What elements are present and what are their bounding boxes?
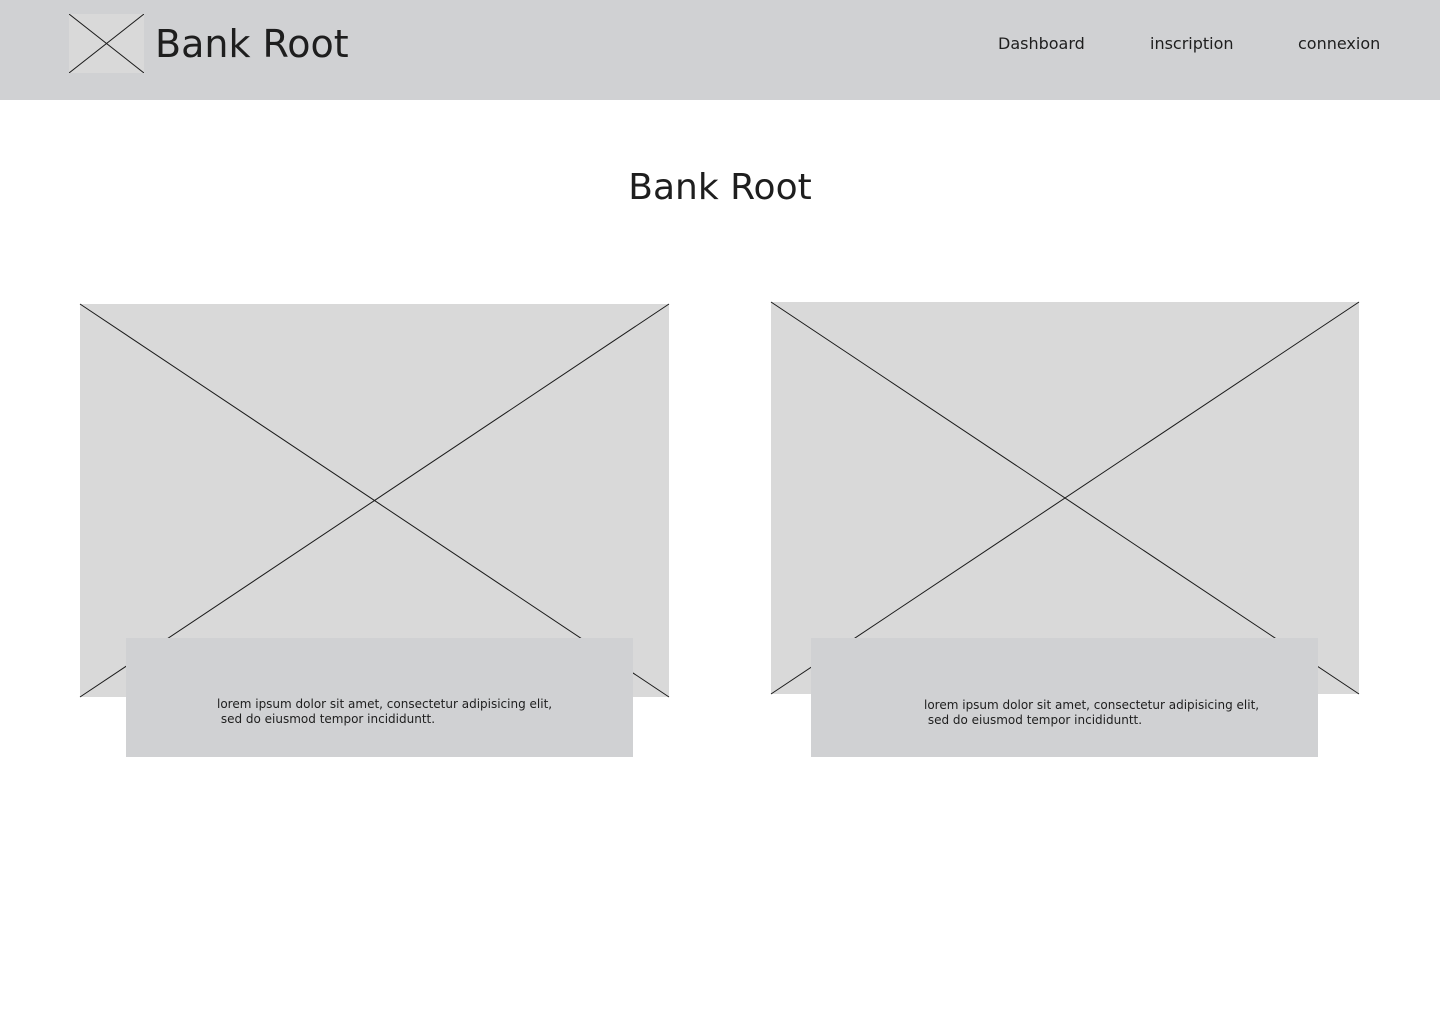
card-caption-text: lorem ipsum dolor sit amet, consectetur … xyxy=(217,697,552,727)
page: Bank Root Dashboard inscription connexio… xyxy=(0,0,1440,1024)
nav-link-connexion[interactable]: connexion xyxy=(1298,33,1380,55)
caption-line-2: sed do eiusmod tempor incididuntt. xyxy=(217,712,436,726)
card-caption: lorem ipsum dolor sit amet, consectetur … xyxy=(811,638,1318,757)
caption-line-2: sed do eiusmod tempor incididuntt. xyxy=(924,713,1143,727)
page-title: Bank Root xyxy=(628,167,812,208)
nav-link-inscription[interactable]: inscription xyxy=(1150,33,1234,55)
card-image-placeholder xyxy=(770,301,1360,695)
caption-line-1: lorem ipsum dolor sit amet, consectetur … xyxy=(924,698,1260,712)
image-placeholder-icon xyxy=(770,301,1360,695)
card-caption-text: lorem ipsum dolor sit amet, consectetur … xyxy=(924,698,1259,728)
nav-link-dashboard[interactable]: Dashboard xyxy=(998,33,1085,55)
card-caption: lorem ipsum dolor sit amet, consectetur … xyxy=(126,638,633,757)
main-nav: Dashboard inscription connexion xyxy=(0,33,1440,57)
caption-line-1: lorem ipsum dolor sit amet, consectetur … xyxy=(217,697,553,711)
top-navbar: Bank Root Dashboard inscription connexio… xyxy=(0,0,1440,100)
